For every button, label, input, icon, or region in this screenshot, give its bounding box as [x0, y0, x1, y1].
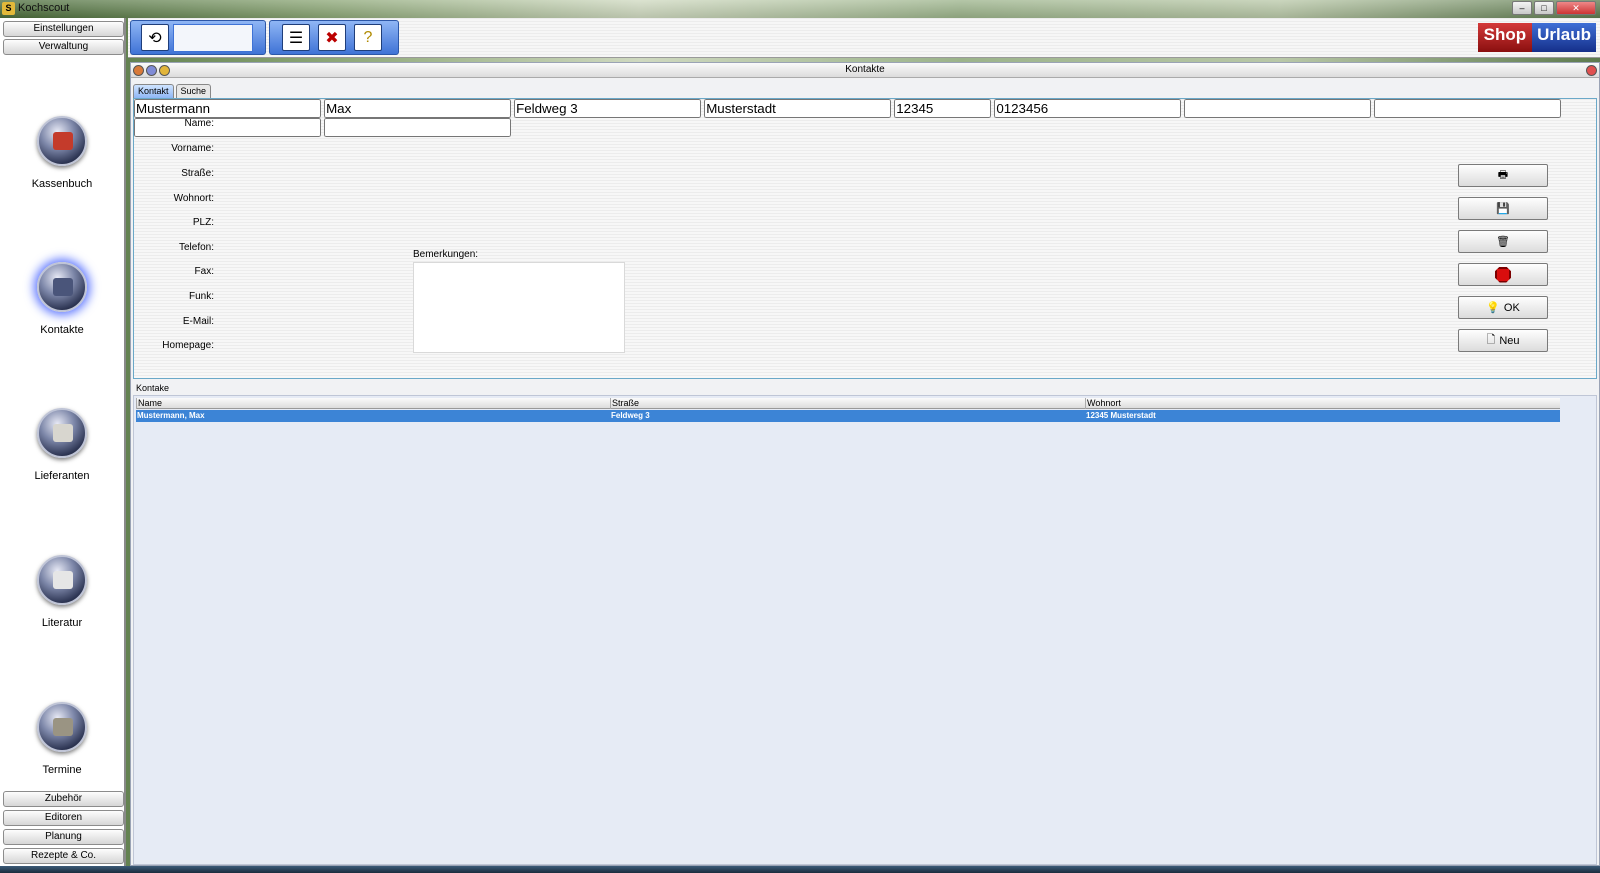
list-group-label: Kontake — [136, 383, 170, 393]
new-button[interactable]: 🗋 Neu — [1458, 329, 1548, 352]
vacation-link[interactable]: Urlaub — [1532, 23, 1596, 52]
toolbar: ⟲ ☰ ✖ ? Shop Urlaub — [128, 18, 1600, 58]
settings-button[interactable]: Einstellungen — [3, 21, 124, 37]
printer-icon: 🖶 — [1497, 169, 1509, 181]
maximize-button[interactable]: □ — [1534, 1, 1554, 15]
ok-button[interactable]: 💡 OK — [1458, 296, 1548, 319]
module-literatur[interactable]: Literatur — [0, 555, 124, 629]
contacts-window: Kontakte Kontakt Suche Name: Vorname: St… — [130, 62, 1600, 866]
homepage-field[interactable] — [324, 118, 512, 137]
floppy-disk-icon: 💾 — [1496, 203, 1510, 215]
lightbulb-icon: 💡 — [1486, 302, 1500, 314]
window-title: Kochscout — [18, 2, 70, 14]
trash-icon: 🗑 — [1496, 236, 1510, 248]
app-icon: S — [2, 2, 15, 15]
window-controls: – □ ✕ — [1512, 1, 1596, 15]
new-document-icon: 🗋 — [1486, 334, 1496, 346]
delete-document-icon[interactable]: ✖ — [318, 24, 346, 51]
street-field[interactable] — [514, 99, 702, 118]
mobile-field[interactable] — [1374, 99, 1562, 118]
ok-label: OK — [1503, 301, 1520, 314]
fax-field[interactable] — [1184, 99, 1372, 118]
toolbar-group-left: ⟲ — [130, 20, 266, 55]
contacts-icon — [37, 262, 87, 312]
stop-button[interactable] — [1458, 263, 1548, 286]
column-header-city[interactable]: Wohnort — [1085, 398, 1560, 409]
name-label: Name: — [184, 118, 214, 129]
table-header: Name Straße Wohnort — [136, 398, 1560, 409]
os-taskbar — [0, 866, 1600, 873]
cell-street: Feldweg 3 — [611, 411, 650, 420]
planning-button[interactable]: Planung — [3, 829, 124, 845]
mobile-label: Funk: — [188, 291, 214, 302]
city-label: Wohnort: — [173, 193, 214, 204]
cashbook-icon — [37, 116, 87, 166]
literature-icon — [37, 555, 87, 605]
firstname-label: Vorname: — [171, 143, 214, 154]
cell-city: 12345 Musterstadt — [1086, 411, 1156, 420]
new-label: Neu — [1499, 334, 1520, 347]
firstname-field[interactable] — [324, 99, 512, 118]
toolbar-group-right: ☰ ✖ ? — [269, 20, 399, 55]
remarks-label: Bemerkungen: — [413, 249, 479, 260]
minimize-button[interactable]: – — [1512, 1, 1532, 15]
cell-name: Mustermann, Max — [137, 411, 205, 420]
zip-label: PLZ: — [192, 217, 214, 228]
zip-field[interactable] — [894, 99, 992, 118]
remarks-field[interactable] — [413, 262, 625, 353]
tab-kontakt[interactable]: Kontakt — [133, 84, 174, 98]
tab-suche[interactable]: Suche — [175, 84, 212, 98]
recipes-button[interactable]: Rezepte & Co. — [3, 848, 124, 864]
panel-menu-icon[interactable] — [133, 65, 144, 76]
tab-bar: Kontakt Suche — [133, 84, 212, 98]
panel-minimize-icon[interactable] — [146, 65, 157, 76]
contacts-table: Name Straße Wohnort Mustermann, Max Feld… — [133, 395, 1597, 865]
title-bar: S Kochscout – □ ✕ — [0, 0, 1600, 18]
module-label: Kassenbuch — [31, 178, 93, 190]
panel-title: Kontakte — [845, 64, 885, 75]
name-field[interactable] — [134, 99, 321, 118]
refresh-icon[interactable]: ⟲ — [141, 24, 169, 51]
admin-button[interactable]: Verwaltung — [3, 39, 124, 55]
contact-form: Name: Vorname: Straße: Wohnort: PLZ: Tel… — [133, 98, 1597, 379]
module-label: Kontakte — [40, 324, 84, 336]
suppliers-icon — [37, 408, 87, 458]
left-navigation: Einstellungen Verwaltung Kassenbuch Kont… — [0, 18, 126, 866]
homepage-label: Homepage: — [162, 340, 214, 351]
street-label: Straße: — [181, 168, 214, 179]
save-button[interactable]: 💾 — [1458, 197, 1548, 220]
panel-restore-icon[interactable] — [159, 65, 170, 76]
module-label: Lieferanten — [34, 470, 90, 482]
module-list: Kassenbuch Kontakte Lieferanten Literatu… — [0, 58, 126, 786]
module-kontakte[interactable]: Kontakte — [0, 262, 124, 336]
module-kassenbuch[interactable]: Kassenbuch — [0, 116, 124, 190]
shop-banner[interactable]: Shop Urlaub — [1477, 23, 1596, 52]
column-header-street[interactable]: Straße — [610, 398, 1085, 409]
stop-icon — [1495, 266, 1511, 283]
module-lieferanten[interactable]: Lieferanten — [0, 408, 124, 482]
module-termine[interactable]: Termine — [0, 702, 124, 776]
city-field[interactable] — [704, 99, 892, 118]
panel-title-bar: Kontakte — [131, 63, 1599, 78]
email-label: E-Mail: — [182, 316, 214, 327]
print-button[interactable]: 🖶 — [1458, 164, 1548, 187]
phone-field[interactable] — [994, 99, 1182, 118]
appointments-icon — [37, 702, 87, 752]
delete-button[interactable]: 🗑 — [1458, 230, 1548, 253]
module-label: Literatur — [41, 617, 83, 629]
toolbar-blank-area — [173, 24, 253, 52]
document-icon[interactable]: ☰ — [282, 24, 310, 51]
shop-link[interactable]: Shop — [1477, 23, 1533, 52]
close-window-button[interactable]: ✕ — [1556, 1, 1596, 15]
fax-label: Fax: — [194, 266, 214, 277]
panel-close-icon[interactable] — [1586, 65, 1597, 76]
editors-button[interactable]: Editoren — [3, 810, 124, 826]
column-header-name[interactable]: Name — [136, 398, 610, 409]
help-icon[interactable]: ? — [354, 24, 382, 51]
phone-label: Telefon: — [178, 242, 214, 253]
module-label: Termine — [42, 764, 82, 776]
accessories-button[interactable]: Zubehör — [3, 791, 124, 807]
table-row[interactable]: Mustermann, Max Feldweg 3 12345 Musterst… — [136, 410, 1560, 422]
